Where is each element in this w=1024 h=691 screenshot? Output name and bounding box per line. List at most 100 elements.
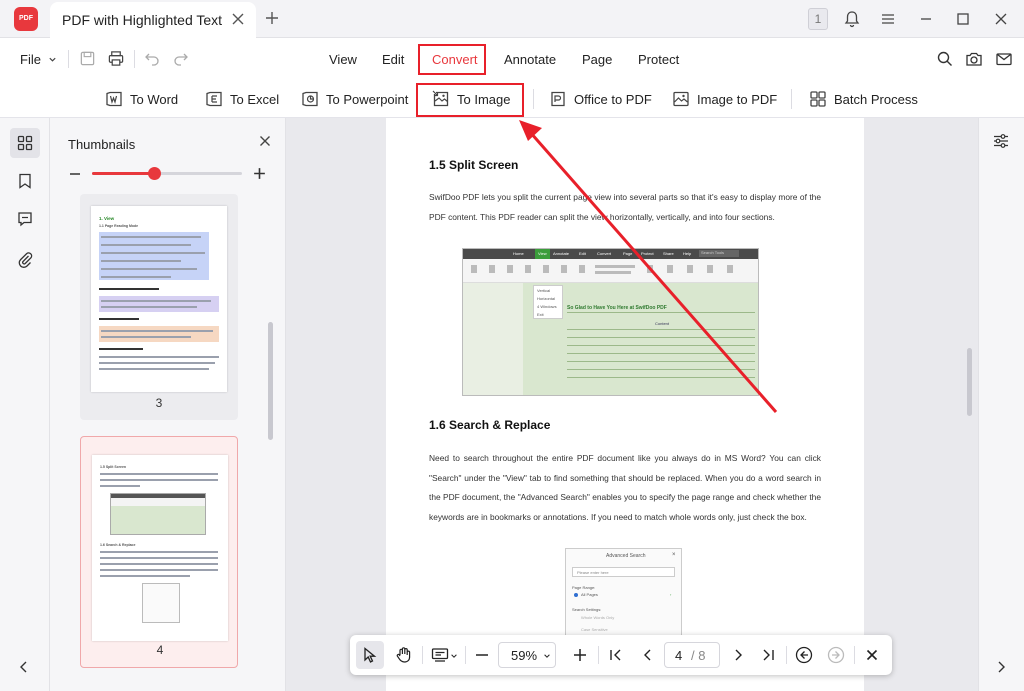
hand-tool-icon[interactable] [394, 645, 414, 665]
menu-protect[interactable]: Protect [638, 52, 679, 67]
maximize-icon[interactable] [953, 9, 973, 29]
first-page-icon[interactable] [606, 645, 626, 665]
screenshot-menu-bar: Home View Annotate Edit Convert Page Pro… [463, 249, 758, 259]
attachments-rail-button[interactable] [10, 244, 40, 274]
thumb-heading: 1. View [99, 216, 115, 221]
screenshot-content-label: Content [655, 321, 670, 326]
excel-icon [206, 91, 222, 107]
cursor-icon [364, 647, 377, 663]
chevron-down-icon [544, 654, 550, 658]
thumbnail-page-number: 3 [155, 396, 163, 410]
last-page-icon[interactable] [758, 645, 778, 665]
zoom-in-icon[interactable] [570, 645, 590, 665]
next-page-icon[interactable] [728, 645, 748, 665]
menu-icon[interactable] [878, 9, 898, 29]
blue-highlight-block [99, 232, 209, 280]
thumb-heading: 1.5 Split Screen [100, 465, 127, 469]
menu-bar: File View Edit Convert Annotate Page Pro… [0, 38, 1024, 80]
split-screen-screenshot: Home View Annotate Edit Convert Page Pro… [462, 248, 759, 396]
screenshot-toolbar [463, 259, 758, 283]
thumbnail-page-3[interactable]: 1. View 1.1 Page Reading Mode 3 [80, 194, 238, 420]
divider [533, 89, 534, 109]
settings-sliders-icon[interactable] [992, 132, 1010, 150]
select-tool-button[interactable] [356, 641, 384, 669]
bookmarks-rail-button[interactable] [10, 166, 40, 196]
to-excel-label: To Excel [230, 91, 280, 107]
menu-view[interactable]: View [329, 52, 357, 67]
chevron-down-icon[interactable] [48, 55, 57, 64]
back-view-icon[interactable] [794, 645, 814, 665]
batch-process-button[interactable]: Batch Process [808, 88, 918, 110]
close-bar-icon[interactable] [862, 645, 882, 665]
chevron-down-icon[interactable] [450, 652, 458, 660]
to-powerpoint-label: To Powerpoint [326, 91, 409, 107]
zoom-out-thumb-icon[interactable] [68, 167, 82, 181]
thumbnail-image: 1. View 1.1 Page Reading Mode [91, 206, 227, 392]
current-page-input[interactable]: 4 [675, 648, 682, 663]
divider [68, 50, 69, 68]
thumbnail-zoom-slider[interactable] [92, 167, 242, 180]
document-tab[interactable]: PDF with Highlighted Text [50, 2, 256, 38]
document-scrollbar[interactable] [967, 348, 972, 416]
notification-count-badge[interactable]: 1 [808, 8, 828, 30]
purple-highlight-block [99, 296, 219, 312]
thumbnail-scrollbar[interactable] [268, 322, 273, 440]
new-tab-icon[interactable] [264, 10, 280, 26]
close-window-icon[interactable] [991, 9, 1011, 29]
screenshot-split-dropdown: Vertical Horizontal 4 Windows Exit [533, 285, 563, 319]
to-powerpoint-button[interactable]: To Powerpoint [300, 88, 408, 110]
office-to-pdf-label: Office to PDF [574, 91, 652, 107]
menu-annotate[interactable]: Annotate [504, 52, 556, 67]
save-icon[interactable] [79, 50, 96, 67]
batch-icon [810, 91, 826, 107]
close-panel-icon[interactable] [258, 134, 272, 148]
expand-right-icon[interactable] [994, 660, 1008, 674]
to-word-button[interactable]: To Word [104, 88, 178, 110]
undo-icon[interactable] [144, 50, 160, 66]
right-sidebar-rail [978, 118, 1024, 691]
file-menu-label: File [20, 52, 41, 67]
to-word-label: To Word [130, 91, 179, 107]
bell-icon[interactable] [842, 9, 862, 29]
previous-page-icon[interactable] [638, 645, 658, 665]
convert-toolbar: To Word To Excel To Powerpoint To Image … [0, 80, 1024, 118]
to-image-highlight-box [416, 83, 524, 117]
read-mode-icon[interactable] [430, 645, 450, 665]
to-excel-button[interactable]: To Excel [204, 88, 279, 110]
minimize-icon[interactable] [916, 9, 936, 29]
zoom-level-select[interactable]: 59% [498, 642, 556, 668]
thumb-dialog [142, 583, 180, 623]
thumbnails-rail-button[interactable] [10, 128, 40, 158]
thumb-subheading: 1.1 Page Reading Mode [99, 224, 139, 228]
thumbnail-page-4[interactable]: 1.5 Split Screen 1.6 Search & Replace 4 [80, 436, 238, 668]
bottom-navigation-bar: 59% 4 / 8 [350, 635, 892, 675]
menu-page[interactable]: Page [582, 52, 612, 67]
convert-highlight-box [418, 44, 486, 75]
close-tab-icon[interactable] [230, 11, 246, 27]
redo-icon[interactable] [173, 50, 189, 66]
mail-icon[interactable] [995, 50, 1013, 68]
advanced-search-screenshot: Advanced Search × Please enter here Page… [565, 548, 682, 638]
print-icon[interactable] [107, 50, 125, 67]
thumbnails-icon [17, 135, 33, 151]
file-menu[interactable]: File [20, 52, 41, 67]
thumbnail-image: 1.5 Split Screen 1.6 Search & Replace [92, 455, 228, 641]
comments-rail-button[interactable] [10, 204, 40, 234]
thumb-screenshot [110, 493, 206, 535]
zoom-level-value: 59% [511, 648, 538, 663]
forward-view-icon[interactable] [826, 645, 846, 665]
search-icon[interactable] [936, 50, 954, 68]
office-to-pdf-button[interactable]: Office to PDF [548, 88, 652, 110]
collapse-left-icon[interactable] [17, 660, 31, 674]
section-heading-split-screen: 1.5 Split Screen [429, 158, 519, 172]
slider-handle[interactable] [148, 167, 162, 180]
camera-icon[interactable] [965, 50, 983, 68]
image-to-pdf-button[interactable]: Image to PDF [671, 88, 777, 110]
app-logo: PDF [14, 7, 38, 31]
zoom-in-thumb-icon[interactable] [252, 166, 267, 181]
menu-edit[interactable]: Edit [382, 52, 404, 67]
thumb-subheading: 1.6 Search & Replace [100, 543, 136, 547]
page-number-box[interactable]: 4 / 8 [664, 642, 720, 668]
zoom-out-icon[interactable] [472, 645, 492, 665]
bookmark-icon [19, 173, 31, 189]
